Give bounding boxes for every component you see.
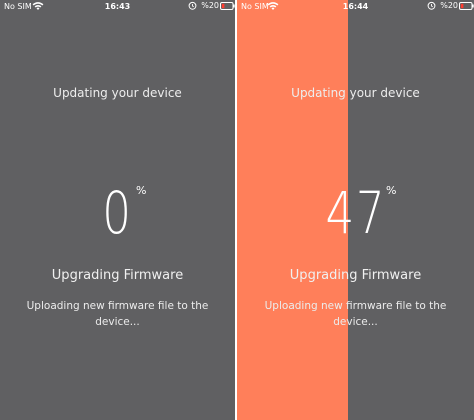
progress-value: 0 — [102, 179, 133, 247]
status-title: Upgrading Firmware — [289, 268, 422, 283]
page-title: Updating your device — [53, 86, 182, 100]
status-description: Uploading new firmware file to the devic… — [264, 300, 447, 328]
progress-percentage: 47 % — [237, 178, 474, 248]
update-screen-before: No SIM 16:43 %20 Updating your device 0 … — [0, 0, 235, 420]
percent-sign: % — [386, 184, 397, 197]
progress-value: 47 — [325, 179, 386, 247]
status-description: Uploading new firmware file to the devic… — [26, 300, 209, 328]
percent-sign: % — [136, 184, 147, 197]
update-screen-progress: No SIM 16:44 %20 Updating your device 47… — [237, 0, 474, 420]
page-title: Updating your device — [291, 86, 420, 100]
update-content: Updating your device 47 % Upgrading Firm… — [237, 0, 474, 420]
update-content: Updating your device 0 % Upgrading Firmw… — [0, 0, 235, 420]
progress-percentage: 0 % — [0, 178, 235, 248]
status-title: Upgrading Firmware — [51, 268, 184, 283]
